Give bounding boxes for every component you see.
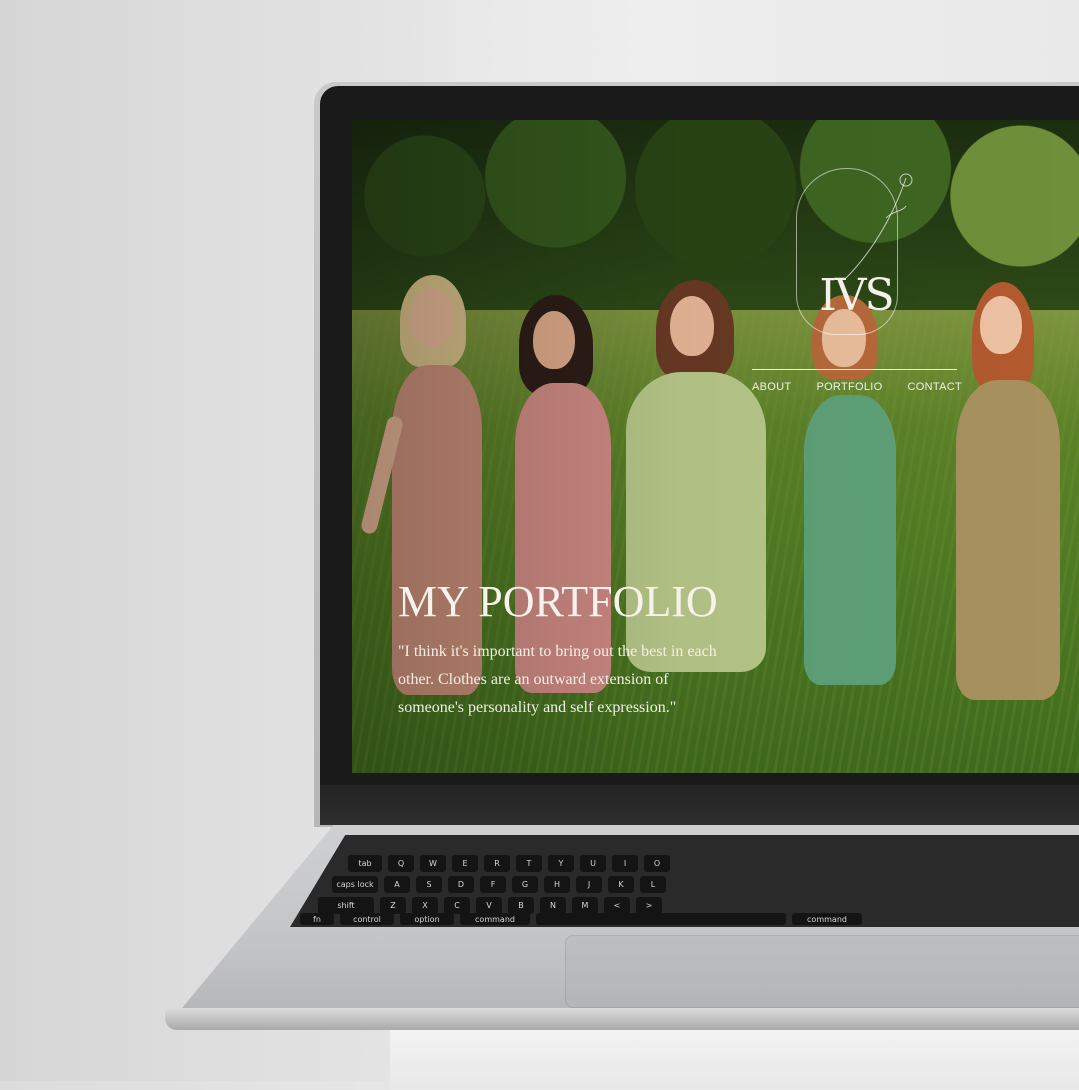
key-s[interactable]: S: [416, 876, 442, 893]
key-option[interactable]: option: [400, 913, 454, 925]
key-space[interactable]: [536, 913, 786, 925]
key-o[interactable]: O: [644, 855, 670, 872]
key-command-left[interactable]: command: [460, 913, 530, 925]
site-logo[interactable]: IVS: [796, 168, 913, 338]
trackpad[interactable]: [565, 935, 1079, 1008]
nav-portfolio[interactable]: PORTFOLIO: [816, 381, 882, 393]
keyboard: tab Q W E R T Y U I O caps lock A S D F …: [290, 835, 1079, 927]
key-q[interactable]: Q: [388, 855, 414, 872]
key-j[interactable]: J: [576, 876, 602, 893]
key-tab[interactable]: tab: [348, 855, 382, 872]
key-e[interactable]: E: [452, 855, 478, 872]
key-t[interactable]: T: [516, 855, 542, 872]
key-command-right[interactable]: command: [792, 913, 862, 925]
key-f[interactable]: F: [480, 876, 506, 893]
key-b[interactable]: B: [508, 897, 534, 914]
laptop-base-edge: [165, 1008, 1079, 1030]
keyboard-row-3: shift Z X C V B N M < >: [318, 897, 662, 914]
key-d[interactable]: D: [448, 876, 474, 893]
key-z[interactable]: Z: [380, 897, 406, 914]
key-w[interactable]: W: [420, 855, 446, 872]
key-fn[interactable]: fn: [300, 913, 334, 925]
key-n[interactable]: N: [540, 897, 566, 914]
keyboard-row-4: fn control option command command: [300, 913, 862, 925]
key-period[interactable]: >: [636, 897, 662, 914]
keyboard-row-2: caps lock A S D F G H J K L: [332, 876, 666, 893]
key-c[interactable]: C: [444, 897, 470, 914]
key-control[interactable]: control: [340, 913, 394, 925]
nav-divider: [752, 369, 957, 370]
key-x[interactable]: X: [412, 897, 438, 914]
nav-about[interactable]: ABOUT: [752, 381, 791, 393]
key-v[interactable]: V: [476, 897, 502, 914]
key-g[interactable]: G: [512, 876, 538, 893]
key-i[interactable]: I: [612, 855, 638, 872]
key-u[interactable]: U: [580, 855, 606, 872]
key-k[interactable]: K: [608, 876, 634, 893]
hero-quote: "I think it's important to bring out the…: [398, 643, 717, 716]
key-y[interactable]: Y: [548, 855, 574, 872]
bezel-bottom: [320, 785, 1079, 825]
key-m[interactable]: M: [572, 897, 598, 914]
table-surface: [390, 1030, 1079, 1090]
key-shift[interactable]: shift: [318, 897, 374, 914]
key-r[interactable]: R: [484, 855, 510, 872]
keyboard-row-1: tab Q W E R T Y U I O: [348, 855, 670, 872]
key-caps-lock[interactable]: caps lock: [332, 876, 378, 893]
main-nav: ABOUT PORTFOLIO CONTACT: [752, 381, 962, 393]
key-a[interactable]: A: [384, 876, 410, 893]
key-comma[interactable]: <: [604, 897, 630, 914]
logo-text: IVS: [819, 270, 894, 321]
key-h[interactable]: H: [544, 876, 570, 893]
website-screen: IVS ABOUT PORTFOLIO CONTACT MY PORTFOLIO…: [352, 120, 1079, 773]
hero-title: MY PORTFOLIO: [398, 577, 718, 626]
nav-contact[interactable]: CONTACT: [908, 381, 962, 393]
key-l[interactable]: L: [640, 876, 666, 893]
